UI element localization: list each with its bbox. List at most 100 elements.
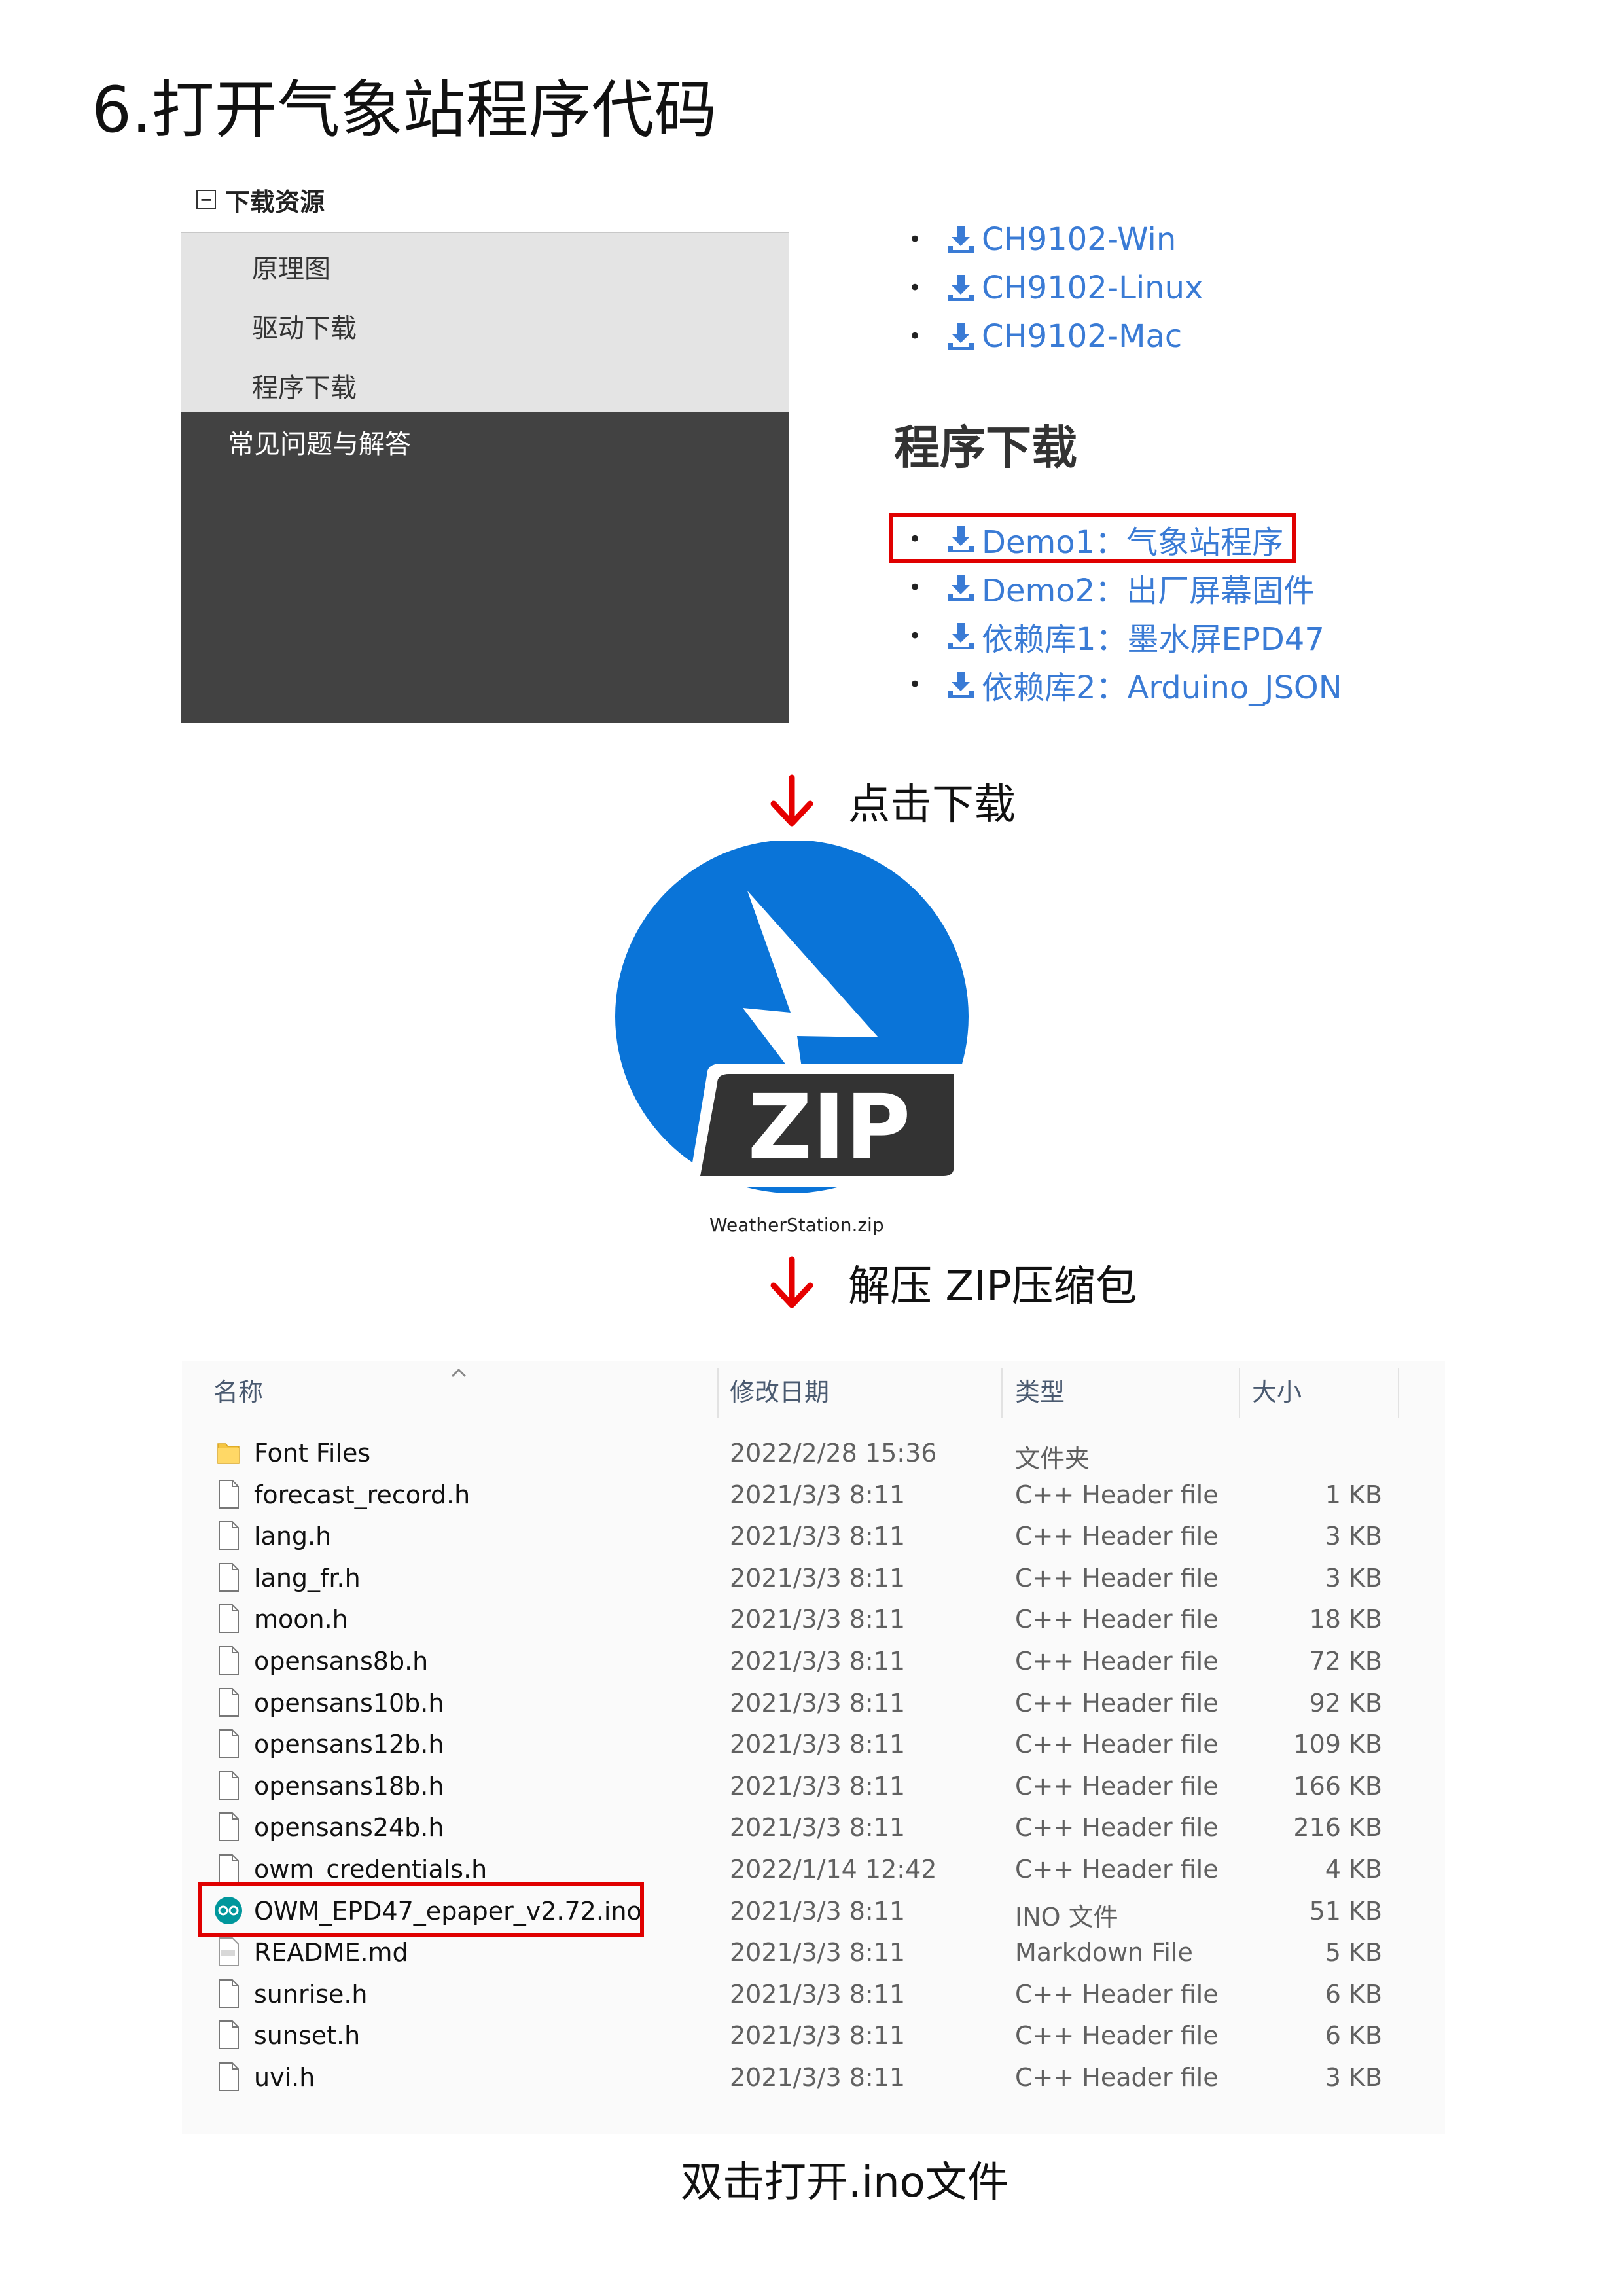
nav-item-program-download[interactable]: 程序下载 xyxy=(252,367,357,404)
program-link-lib1[interactable]: • 依赖库1：墨水屏EPD47 xyxy=(908,613,1325,660)
driver-link-label: CH9102-Win xyxy=(982,221,1177,258)
column-header-size[interactable]: 大小 xyxy=(1252,1360,1302,1419)
file-size: 3 KB xyxy=(1325,1563,1382,1592)
driver-link-win[interactable]: • CH9102-Win xyxy=(908,216,1176,263)
file-icon xyxy=(217,1645,240,1676)
file-row[interactable]: opensans12b.h 2021/3/3 8:11 C++ Header fil… xyxy=(0,1725,1623,1767)
driver-link-linux[interactable]: • CH9102-Linux xyxy=(908,264,1203,312)
highlight-box-demo1 xyxy=(889,513,1296,563)
nav-item-faq[interactable]: 常见问题与解答 xyxy=(228,423,411,461)
bullet: • xyxy=(908,623,922,649)
file-row[interactable]: opensans8b.h 2021/3/3 8:11 C++ Header file… xyxy=(0,1641,1623,1683)
file-name: Font Files xyxy=(254,1439,371,1467)
file-type: C++ Header file xyxy=(1015,2063,1219,2092)
down-arrow-icon xyxy=(770,774,813,827)
file-date: 2021/3/3 8:11 xyxy=(730,1938,906,1967)
column-header-date[interactable]: 修改日期 xyxy=(730,1360,829,1419)
driver-link-label: CH9102-Linux xyxy=(982,270,1204,306)
highlight-box-ino xyxy=(198,1882,644,1937)
column-divider[interactable] xyxy=(1001,1368,1003,1418)
download-icon xyxy=(948,623,974,649)
file-type: C++ Header file xyxy=(1015,2021,1219,2051)
file-date: 2021/3/3 8:11 xyxy=(730,2063,906,2092)
file-row[interactable]: lang_fr.h 2021/3/3 8:11 C++ Header file 3 K… xyxy=(0,1558,1623,1600)
file-type: C++ Header file xyxy=(1015,1730,1219,1759)
nav-item-schematic[interactable]: 原理图 xyxy=(252,247,330,285)
column-header-name[interactable]: 名称 xyxy=(213,1360,263,1419)
column-header-type[interactable]: 类型 xyxy=(1015,1360,1065,1419)
file-row[interactable]: lang.h 2021/3/3 8:11 C++ Header file 3 KB xyxy=(0,1516,1623,1558)
download-icon xyxy=(948,226,974,253)
file-icon xyxy=(217,1520,240,1551)
markdown-file-icon xyxy=(217,1937,240,1967)
zip-archive-icon[interactable]: ZIP xyxy=(609,841,975,1208)
collapse-icon[interactable]: − xyxy=(196,190,216,209)
column-divider[interactable] xyxy=(1239,1368,1240,1418)
file-date: 2021/3/3 8:11 xyxy=(730,1730,906,1759)
page-title: 6.打开气象站程序代码 xyxy=(92,73,717,147)
program-link-label: 依赖库2：Arduino_JSON xyxy=(982,670,1342,706)
file-row[interactable]: opensans18b.h 2021/3/3 8:11 C++ Header fil… xyxy=(0,1767,1623,1808)
file-date: 2021/3/3 8:11 xyxy=(730,1605,906,1634)
nav-item-driver-download[interactable]: 驱动下载 xyxy=(252,307,357,345)
file-date: 2021/3/3 8:11 xyxy=(730,2021,906,2051)
file-size: 109 KB xyxy=(1293,1730,1382,1759)
file-type: C++ Header file xyxy=(1015,1688,1219,1717)
download-icon xyxy=(948,672,974,698)
tree-header[interactable]: − 下载资源 xyxy=(196,178,325,221)
file-date: 2021/3/3 8:11 xyxy=(730,1563,906,1592)
file-icon xyxy=(217,1770,240,1801)
bullet: • xyxy=(908,275,922,301)
nav-submenu: 原理图 驱动下载 程序下载 xyxy=(181,232,789,412)
file-row[interactable]: opensans10b.h 2021/3/3 8:11 C++ Header fil… xyxy=(0,1683,1623,1725)
file-row[interactable]: README.md 2021/3/3 8:11 Markdown File 5 KB xyxy=(0,1933,1623,1975)
nav-panel: 常见问题与解答 xyxy=(181,412,789,723)
file-date: 2022/2/28 15:36 xyxy=(730,1439,937,1467)
file-row[interactable]: Font Files 2022/2/28 15:36 文件夹 xyxy=(0,1433,1623,1475)
file-icon xyxy=(217,1604,240,1634)
step-unzip: 解压 ZIP压缩包 xyxy=(767,1251,1137,1314)
file-type: C++ Header file xyxy=(1015,1522,1219,1551)
download-icon xyxy=(948,275,974,301)
step-click-download: 点击下载 xyxy=(767,770,1016,833)
file-date: 2021/3/3 8:11 xyxy=(730,1647,906,1676)
file-size: 51 KB xyxy=(1309,1896,1382,1926)
file-row[interactable]: sunset.h 2021/3/3 8:11 C++ Header file 6 KB xyxy=(0,2016,1623,2058)
file-size: 18 KB xyxy=(1309,1605,1382,1634)
file-type: C++ Header file xyxy=(1015,1605,1219,1634)
program-link-label: 依赖库1：墨水屏EPD47 xyxy=(982,621,1325,658)
file-type: C++ Header file xyxy=(1015,1979,1219,2009)
file-name: README.md xyxy=(254,1938,408,1967)
program-link-lib2[interactable]: • 依赖库2：Arduino_JSON xyxy=(908,661,1342,708)
program-link-demo2[interactable]: • Demo2：出厂屏幕固件 xyxy=(908,564,1315,611)
file-type: 文件夹 xyxy=(1015,1444,1090,1473)
file-row[interactable]: moon.h 2021/3/3 8:11 C++ Header file 18 KB xyxy=(0,1600,1623,1641)
file-name: lang.h xyxy=(254,1522,332,1551)
file-row[interactable]: opensans24b.h 2021/3/3 8:11 C++ Header fil… xyxy=(0,1808,1623,1850)
file-icon xyxy=(217,2062,240,2092)
file-icon xyxy=(217,1687,240,1717)
zip-badge-label: ZIP xyxy=(748,1076,911,1179)
file-icon xyxy=(217,2020,240,2050)
file-name: uvi.h xyxy=(254,2063,315,2092)
bullet: • xyxy=(908,226,922,253)
sort-ascending-icon[interactable] xyxy=(450,1367,467,1378)
file-icon xyxy=(217,1729,240,1759)
footer-caption: 双击打开.ino文件 xyxy=(681,2159,1009,2207)
file-name: opensans24b.h xyxy=(254,1813,444,1842)
driver-link-mac[interactable]: • CH9102-Mac xyxy=(908,313,1182,360)
bullet: • xyxy=(908,323,922,350)
column-divider[interactable] xyxy=(1398,1368,1399,1418)
file-row[interactable]: forecast_record.h 2021/3/3 8:11 C++ Header… xyxy=(0,1475,1623,1517)
file-date: 2022/1/14 12:42 xyxy=(730,1855,937,1884)
file-type: C++ Header file xyxy=(1015,1480,1219,1509)
file-size: 216 KB xyxy=(1293,1813,1382,1842)
column-divider[interactable] xyxy=(717,1368,719,1418)
file-date: 2021/3/3 8:11 xyxy=(730,1813,906,1842)
file-name: moon.h xyxy=(254,1605,348,1634)
file-size: 166 KB xyxy=(1293,1771,1382,1801)
driver-link-label: CH9102-Mac xyxy=(982,318,1183,355)
program-link-label: Demo2：出厂屏幕固件 xyxy=(982,573,1315,609)
file-row[interactable]: uvi.h 2021/3/3 8:11 C++ Header file 3 KB xyxy=(0,2058,1623,2100)
file-row[interactable]: sunrise.h 2021/3/3 8:11 C++ Header file 6 K… xyxy=(0,1975,1623,2017)
